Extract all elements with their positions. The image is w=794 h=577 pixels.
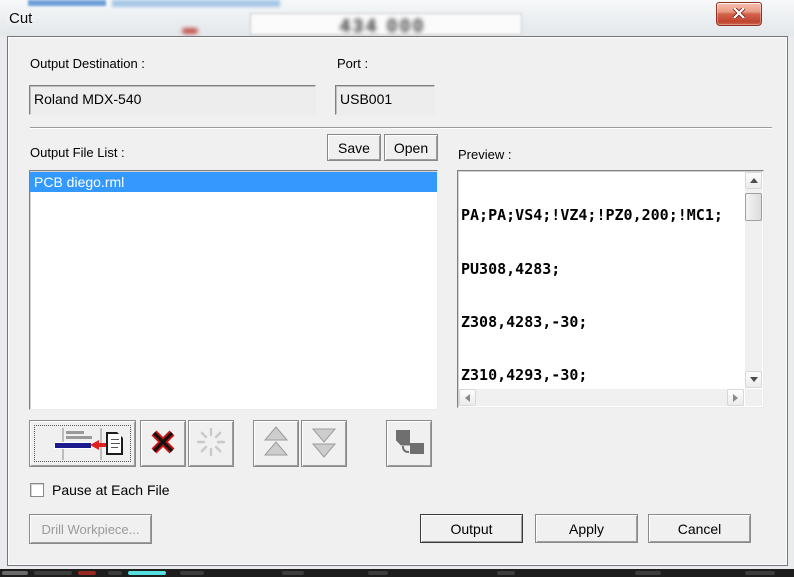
pause-checkbox-label: Pause at Each File <box>52 482 170 498</box>
starburst-icon <box>196 427 226 460</box>
starburst-button <box>188 420 234 467</box>
cancel-button[interactable]: Cancel <box>648 514 751 543</box>
save-button[interactable]: Save <box>327 134 381 161</box>
move-down-button <box>301 420 347 467</box>
port-label: Port : <box>337 56 369 71</box>
separator <box>30 127 772 129</box>
list-item[interactable]: PCB diego.rml <box>30 172 437 192</box>
output-button[interactable]: Output <box>420 514 523 543</box>
background-window-fragment <box>28 0 106 6</box>
scroll-down-icon <box>749 377 758 382</box>
preview-text: PA;PA;VS4;!VZ4;!PZ0,200;!MC1; PU308,4283… <box>461 206 723 384</box>
preview-label: Preview : <box>458 147 512 162</box>
delete-file-button[interactable] <box>140 420 186 467</box>
open-button[interactable]: Open <box>384 134 438 161</box>
overlap-pages-button[interactable] <box>386 420 432 467</box>
drill-workpiece-button: Drill Workpiece... <box>29 514 152 544</box>
background-window-fragment <box>112 0 280 7</box>
background-window-fragment <box>250 13 522 35</box>
vertical-scrollbar[interactable] <box>745 172 762 388</box>
double-down-arrow-icon <box>311 426 337 461</box>
close-button[interactable] <box>716 2 762 26</box>
scroll-left-button[interactable] <box>459 389 476 406</box>
port-value: USB001 <box>335 85 435 115</box>
background-app-strip <box>0 569 794 577</box>
window-title: Cut <box>9 10 33 27</box>
scroll-right-button[interactable] <box>727 389 744 406</box>
overlap-pages-icon <box>389 428 429 460</box>
background-window-ghost-text: 434 000 <box>340 16 427 36</box>
add-file-button[interactable] <box>29 420 136 467</box>
title-bar: 434 000 Cut <box>0 0 794 36</box>
close-icon <box>732 5 746 23</box>
move-up-button <box>253 420 299 467</box>
scroll-up-button[interactable] <box>745 172 762 189</box>
vertical-scrollbar-thumb[interactable] <box>745 193 762 221</box>
apply-button[interactable]: Apply <box>535 514 638 543</box>
output-destination-value: Roland MDX-540 <box>29 85 316 115</box>
scroll-down-button[interactable] <box>745 371 762 388</box>
pause-checkbox[interactable] <box>30 483 44 497</box>
cut-dialog: Output Destination : Roland MDX-540 Port… <box>7 36 788 566</box>
output-destination-label: Output Destination : <box>30 56 145 71</box>
output-file-list[interactable]: PCB diego.rml <box>29 170 438 410</box>
scroll-right-icon <box>733 393 738 402</box>
add-file-to-list-icon <box>40 427 126 460</box>
double-up-arrow-icon <box>263 426 289 461</box>
scrollbar-corner <box>745 389 762 406</box>
delete-x-icon <box>149 428 177 459</box>
scroll-up-icon <box>749 178 758 183</box>
preview-pane[interactable]: PA;PA;VS4;!VZ4;!PZ0,200;!MC1; PU308,4283… <box>457 170 764 408</box>
scroll-left-icon <box>465 393 470 402</box>
output-file-list-label: Output File List : <box>30 145 125 160</box>
background-window-fragment <box>182 28 198 34</box>
horizontal-scrollbar[interactable] <box>459 389 744 406</box>
